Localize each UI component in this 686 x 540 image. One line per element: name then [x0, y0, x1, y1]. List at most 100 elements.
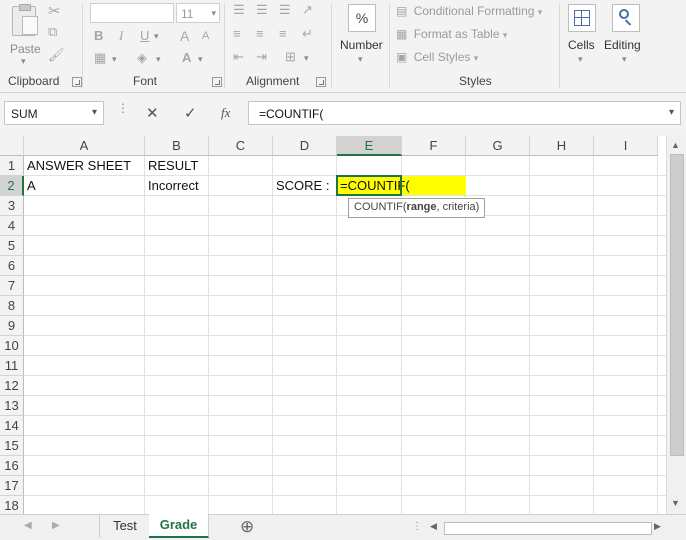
percent-icon: % [348, 4, 376, 32]
fill-color-icon[interactable]: ◈ [137, 50, 147, 66]
sheet-tab-test[interactable]: Test [99, 514, 151, 538]
row-header-9[interactable]: 9 [0, 316, 24, 336]
tab-splitter-icon[interactable]: ⋮ [412, 521, 422, 532]
table-icon: ▦ [396, 27, 408, 41]
align-center-icon[interactable]: ≡ [256, 26, 264, 41]
row-header-15[interactable]: 15 [0, 436, 24, 456]
alignment-launcher-icon[interactable] [316, 77, 326, 87]
scroll-down-icon[interactable]: ▼ [671, 498, 680, 508]
cells-button[interactable]: Cells ▾ [564, 2, 600, 68]
column-header-B[interactable]: B [145, 136, 209, 156]
align-right-icon[interactable]: ≡ [279, 26, 287, 41]
cancel-button[interactable]: ✕ [146, 104, 159, 122]
column-header-F[interactable]: F [402, 136, 466, 156]
font-name-box[interactable] [90, 3, 174, 23]
column-header-E[interactable]: E [337, 136, 402, 156]
wrap-text-icon[interactable]: ↵ [302, 26, 313, 42]
increase-indent-icon[interactable]: ⇥ [256, 49, 267, 65]
formula-bar-splitter-icon[interactable]: ⋮ [117, 102, 129, 114]
worksheet-grid[interactable]: A B C D E F G H I 1 2 3 4 5 6 7 8 9 10 11 12 13 14 15 16 17 18 ANSW… [0, 136, 666, 514]
font-launcher-icon[interactable] [212, 77, 222, 87]
row-header-18[interactable]: 18 [0, 496, 24, 514]
row-header-2[interactable]: 2 [0, 176, 24, 196]
row-header-16[interactable]: 16 [0, 456, 24, 476]
horizontal-scrollbar[interactable]: ◀ ▶ [428, 520, 666, 536]
clipboard-launcher-icon[interactable] [72, 77, 82, 87]
column-header-A[interactable]: A [24, 136, 145, 156]
insert-function-button[interactable]: fx [221, 105, 230, 121]
font-color-icon[interactable]: A [182, 50, 191, 65]
decrease-indent-icon[interactable]: ⇤ [233, 49, 244, 65]
expand-formula-icon[interactable]: ▾ [669, 107, 674, 118]
scroll-left-icon[interactable]: ◀ [430, 521, 437, 532]
row-header-4[interactable]: 4 [0, 216, 24, 236]
italic-button[interactable]: I [119, 28, 123, 44]
function-tooltip: COUNTIF(range, criteria) [348, 198, 486, 218]
name-box[interactable]: SUM ▾ [4, 101, 104, 125]
cell-d2[interactable]: SCORE : [273, 176, 336, 196]
underline-button[interactable]: U [140, 28, 149, 43]
row-header-8[interactable]: 8 [0, 296, 24, 316]
row-header-17[interactable]: 17 [0, 476, 24, 496]
add-sheet-icon[interactable]: ⊕ [240, 517, 254, 537]
row-header-11[interactable]: 11 [0, 356, 24, 376]
align-middle-icon[interactable]: ☰ [256, 2, 268, 18]
column-header-H[interactable]: H [530, 136, 594, 156]
vertical-scrollbar[interactable]: ▲ ▼ [666, 136, 686, 514]
column-header-C[interactable]: C [209, 136, 273, 156]
cell-a2[interactable]: A [24, 176, 144, 196]
chevron-down-icon[interactable]: ▾ [92, 107, 97, 118]
row-header-6[interactable]: 6 [0, 256, 24, 276]
column-header-D[interactable]: D [273, 136, 337, 156]
conditional-formatting-icon: ▤ [396, 4, 408, 18]
cell-styles-button[interactable]: ▣ Cell Styles ▾ [396, 50, 478, 68]
row-header-10[interactable]: 10 [0, 336, 24, 356]
chevron-down-icon: ▾ [358, 54, 363, 64]
align-bottom-icon[interactable]: ☰ [279, 2, 291, 18]
editing-button[interactable]: Editing ▾ [604, 2, 652, 68]
next-sheet-icon[interactable]: ▶ [52, 520, 60, 531]
formula-input[interactable]: =COUNTIF( ▾ [248, 101, 681, 125]
grow-font-button[interactable]: A [180, 28, 189, 44]
orientation-icon[interactable]: ↗ [302, 2, 313, 18]
scroll-up-icon[interactable]: ▲ [671, 140, 680, 150]
select-all-corner[interactable] [0, 136, 24, 156]
row-header-3[interactable]: 3 [0, 196, 24, 216]
conditional-formatting-button[interactable]: ▤ Conditional Formatting ▾ [396, 4, 542, 22]
scroll-thumb[interactable] [670, 154, 684, 456]
font-size-box[interactable]: 11 ▾ [176, 3, 220, 23]
cell-styles-label: Cell Styles [413, 50, 471, 64]
cell-e2[interactable]: =COUNTIF( [337, 176, 466, 195]
cut-icon[interactable]: ✂ [48, 2, 61, 20]
row-header-12[interactable]: 12 [0, 376, 24, 396]
borders-icon[interactable]: ▦ [94, 50, 106, 66]
paste-button[interactable]: Paste ▾ [4, 4, 44, 66]
align-top-icon[interactable]: ☰ [233, 2, 245, 18]
paste-label: Paste [10, 42, 41, 56]
tooltip-function-name[interactable]: COUNTIF( [354, 201, 407, 213]
copy-icon[interactable]: ⧉ [48, 24, 57, 40]
merge-center-icon[interactable]: ⊞ [285, 49, 296, 65]
format-painter-icon[interactable]: 🖌 [48, 47, 65, 63]
format-as-table-button[interactable]: ▦ Format as Table ▾ [396, 27, 507, 45]
align-left-icon[interactable]: ≡ [233, 26, 241, 41]
row-header-7[interactable]: 7 [0, 276, 24, 296]
row-header-14[interactable]: 14 [0, 416, 24, 436]
row-header-13[interactable]: 13 [0, 396, 24, 416]
cell-b1[interactable]: RESULT [145, 156, 208, 176]
column-header-G[interactable]: G [466, 136, 530, 156]
scroll-right-icon[interactable]: ▶ [654, 521, 661, 532]
sheet-tab-grade[interactable]: Grade [149, 514, 209, 538]
cells-icon [568, 4, 596, 32]
row-header-1[interactable]: 1 [0, 156, 24, 176]
cell-a1[interactable]: ANSWER SHEET [24, 156, 144, 176]
prev-sheet-icon[interactable]: ◀ [24, 520, 32, 531]
number-format-button[interactable]: % Number ▾ [340, 2, 386, 68]
row-header-5[interactable]: 5 [0, 236, 24, 256]
column-header-I[interactable]: I [594, 136, 658, 156]
enter-button[interactable]: ✓ [184, 104, 197, 122]
cell-b2[interactable]: Incorrect [145, 176, 208, 196]
bold-button[interactable]: B [94, 28, 103, 43]
shrink-font-button[interactable]: A [202, 30, 209, 42]
horizontal-scroll-thumb[interactable] [444, 522, 652, 535]
